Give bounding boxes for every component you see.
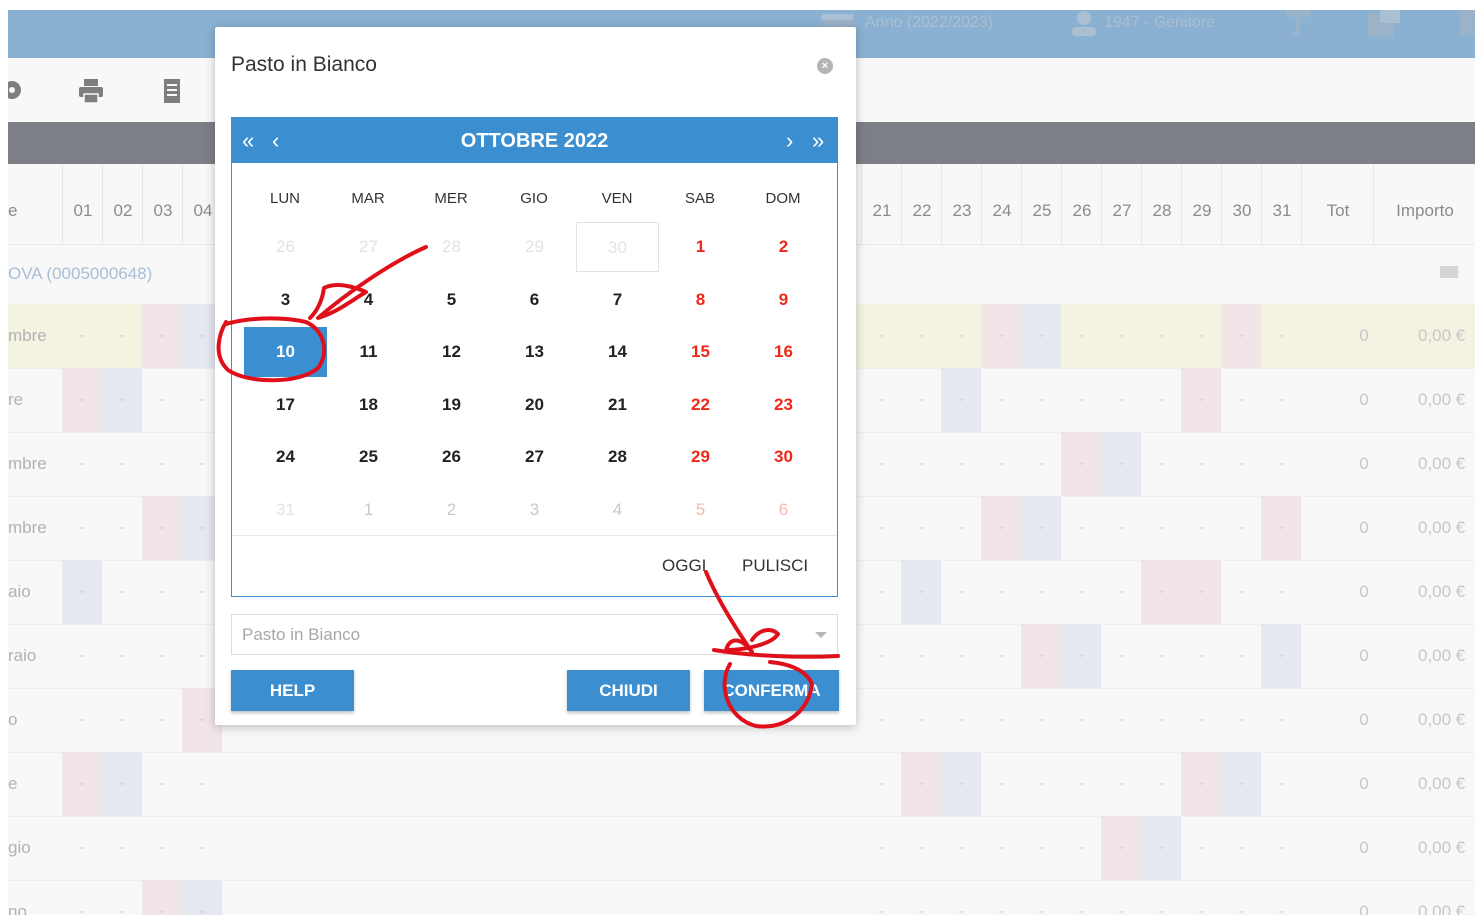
close-button[interactable]: CHIUDI (567, 670, 690, 711)
calendar-day[interactable]: 20 (493, 380, 576, 430)
calendar-day[interactable]: 29 (659, 432, 742, 482)
calendar-day[interactable]: 21 (576, 380, 659, 430)
calendar-day[interactable]: 5 (659, 485, 742, 535)
pasto-modal: Pasto in Bianco × OTTOBRE 2022 « ‹ › » L… (215, 27, 856, 725)
calendar-day[interactable]: 27 (493, 432, 576, 482)
modal-title: Pasto in Bianco (231, 53, 377, 76)
calendar-day[interactable]: 8 (659, 275, 742, 325)
calendar-day[interactable]: 6 (742, 485, 825, 535)
calendar-day[interactable]: 6 (493, 275, 576, 325)
calendar-day[interactable]: 28 (410, 222, 493, 272)
date-picker: OTTOBRE 2022 « ‹ › » LUN MAR MER GIO VEN SAB D… (231, 117, 838, 597)
close-icon[interactable]: × (817, 58, 833, 74)
weekday-label: SAB (684, 190, 715, 207)
today-button[interactable]: OGGI (662, 556, 706, 576)
calendar-day-selected[interactable]: 10 (244, 327, 327, 377)
weekday-label: VEN (601, 190, 633, 207)
weekday-label: MAR (351, 190, 385, 207)
prev-year-button[interactable]: « (242, 118, 254, 163)
calendar-day[interactable]: 18 (327, 380, 410, 430)
calendar-day[interactable]: 1 (659, 222, 742, 272)
next-month-button[interactable]: › (786, 118, 793, 163)
calendar-day[interactable]: 28 (576, 432, 659, 482)
weekday-label: DOM (765, 190, 801, 207)
calendar-day[interactable]: 3 (493, 485, 576, 535)
calendar-day[interactable]: 30 (742, 432, 825, 482)
clear-button[interactable]: PULISCI (742, 556, 808, 576)
calendar-day[interactable]: 1 (327, 485, 410, 535)
calendar-day[interactable]: 25 (327, 432, 410, 482)
calendar-header: OTTOBRE 2022 « ‹ › » (232, 118, 837, 163)
select-placeholder: Pasto in Bianco (242, 625, 361, 644)
calendar-day[interactable]: 2 (410, 485, 493, 535)
calendar-day[interactable]: 9 (742, 275, 825, 325)
calendar-day[interactable]: 16 (742, 327, 825, 377)
meal-type-select[interactable]: Pasto in Bianco (231, 614, 838, 655)
calendar-footer-divider (232, 535, 837, 536)
calendar-day[interactable]: 15 (659, 327, 742, 377)
calendar-day[interactable]: 24 (244, 432, 327, 482)
calendar-day[interactable]: 30 (576, 222, 659, 272)
help-button[interactable]: HELP (231, 670, 354, 711)
calendar-day[interactable]: 31 (244, 485, 327, 535)
calendar-month[interactable]: OTTOBRE 2022 (232, 118, 837, 163)
calendar-day[interactable]: 12 (410, 327, 493, 377)
chevron-down-icon (815, 632, 827, 638)
calendar-day[interactable]: 26 (410, 432, 493, 482)
calendar-day[interactable]: 13 (493, 327, 576, 377)
prev-month-button[interactable]: ‹ (272, 118, 279, 163)
calendar-day[interactable]: 14 (576, 327, 659, 377)
weekday-label: GIO (520, 190, 548, 207)
confirm-button[interactable]: CONFERMA (704, 670, 839, 711)
weekday-label: MER (434, 190, 468, 207)
next-year-button[interactable]: » (812, 118, 824, 163)
calendar-day[interactable]: 23 (742, 380, 825, 430)
calendar-day[interactable]: 17 (244, 380, 327, 430)
calendar-day[interactable]: 29 (493, 222, 576, 272)
calendar-day[interactable]: 26 (244, 222, 327, 272)
calendar-day[interactable]: 22 (659, 380, 742, 430)
calendar-day[interactable]: 2 (742, 222, 825, 272)
calendar-day[interactable]: 3 (244, 275, 327, 325)
calendar-day[interactable]: 27 (327, 222, 410, 272)
calendar-day[interactable]: 5 (410, 275, 493, 325)
calendar-day[interactable]: 4 (327, 275, 410, 325)
calendar-day[interactable]: 11 (327, 327, 410, 377)
calendar-day[interactable]: 19 (410, 380, 493, 430)
calendar-day[interactable]: 7 (576, 275, 659, 325)
weekday-label: LUN (269, 190, 300, 207)
calendar-day[interactable]: 4 (576, 485, 659, 535)
